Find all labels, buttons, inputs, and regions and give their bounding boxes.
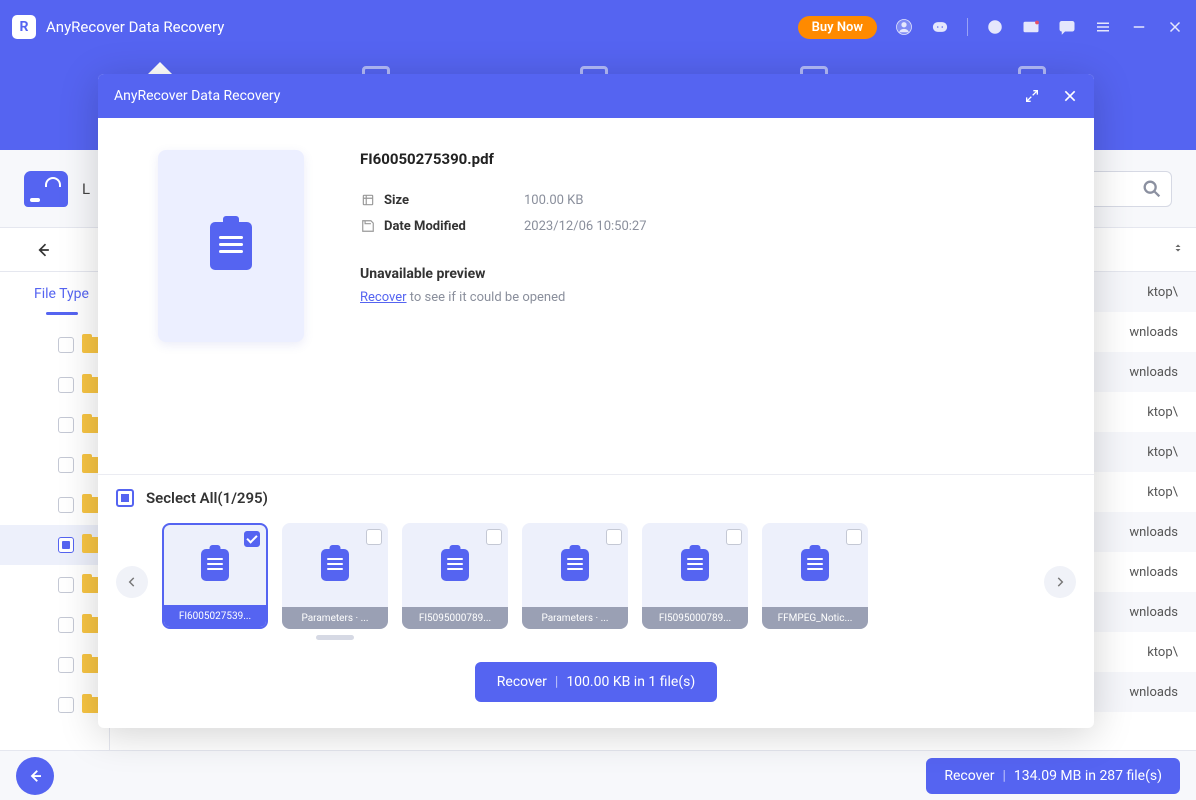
modal-header: AnyRecover Data Recovery (98, 74, 1094, 118)
clipboard-icon (210, 222, 252, 270)
unavailable-preview: Unavailable preview (360, 266, 1094, 282)
modified-value: 2023/12/06 10:50:27 (524, 219, 647, 234)
file-type-tab[interactable]: File Type (0, 272, 109, 317)
tree-item[interactable] (0, 365, 109, 405)
tree-item[interactable] (0, 605, 109, 645)
sidebar: File Type (0, 272, 110, 750)
size-value: 100.00 KB (524, 193, 583, 208)
thumbnail-label: FI5095000789... (642, 607, 748, 629)
prev-button[interactable] (116, 566, 148, 598)
scrub-indicator (316, 635, 354, 640)
next-button[interactable] (1044, 566, 1076, 598)
recover-button[interactable]: Recover | 134.09 MB in 287 file(s) (926, 758, 1180, 794)
discord-icon[interactable] (931, 18, 949, 36)
recover-summary: 134.09 MB in 287 file(s) (1014, 768, 1162, 784)
back-button[interactable] (28, 235, 58, 265)
modified-label: Date Modified (384, 219, 524, 234)
app-logo-icon (12, 15, 36, 39)
sort-indicator[interactable] (1172, 242, 1184, 258)
tree-item[interactable] (0, 685, 109, 725)
tree-checkbox[interactable] (58, 577, 74, 593)
tree-checkbox[interactable] (58, 617, 74, 633)
feedback-icon[interactable] (1058, 18, 1076, 36)
recover-hint: Recover to see if it could be opened (360, 290, 1094, 305)
size-label: Size (384, 193, 524, 208)
tree-item[interactable] (0, 565, 109, 605)
tree-checkbox[interactable] (58, 537, 74, 553)
close-window-icon[interactable] (1166, 18, 1184, 36)
modal-recover-summary: 100.00 KB in 1 file(s) (566, 674, 695, 690)
tree-checkbox[interactable] (58, 377, 74, 393)
thumbnail-checkbox[interactable] (606, 529, 622, 545)
file-thumbnail (158, 150, 304, 342)
thumbnail-label: Parameters · ... (522, 607, 628, 629)
preview-modal: AnyRecover Data Recovery FI60050275390.p… (98, 74, 1094, 728)
thumbnail-checkbox[interactable] (366, 529, 382, 545)
tree-checkbox[interactable] (58, 337, 74, 353)
clipboard-icon (441, 549, 469, 581)
thumbnail-label: Parameters · ... (282, 607, 388, 629)
thumbnails-row: FI6005027539... Parameters · ... FI50950… (98, 515, 1094, 640)
thumbnail-label: FI6005027539... (164, 605, 266, 627)
bottom-bar: Recover | 134.09 MB in 287 file(s) (0, 750, 1196, 800)
modal-title: AnyRecover Data Recovery (114, 88, 280, 104)
select-all-row: Seclect All(1/295) (98, 474, 1094, 515)
title-bar: AnyRecover Data Recovery Buy Now (0, 0, 1196, 54)
thumbnail-checkbox[interactable] (846, 529, 862, 545)
account-icon[interactable] (895, 18, 913, 36)
search-icon (1141, 178, 1163, 200)
mail-icon[interactable] (1022, 18, 1040, 36)
target-icon[interactable] (986, 18, 1004, 36)
minimize-icon[interactable] (1130, 18, 1148, 36)
folder-tree (0, 317, 109, 725)
select-all-checkbox[interactable] (116, 489, 134, 507)
thumbnail-label: FI5095000789... (402, 607, 508, 629)
clipboard-icon (561, 549, 589, 581)
clipboard-icon (681, 549, 709, 581)
close-icon[interactable] (1062, 88, 1078, 104)
recover-label: Recover (944, 768, 994, 784)
separator (967, 18, 968, 36)
tree-item[interactable] (0, 525, 109, 565)
tree-item[interactable] (0, 405, 109, 445)
app-title: AnyRecover Data Recovery (46, 18, 798, 36)
modal-recover-label: Recover (497, 674, 547, 690)
thumbnail[interactable]: FFMPEG_Notic... (762, 523, 868, 629)
thumbnail[interactable]: FI5095000789... (402, 523, 508, 629)
thumbnail-label: FFMPEG_Notic... (762, 607, 868, 629)
clipboard-icon (321, 549, 349, 581)
select-all-label: Seclect All(1/295) (146, 489, 268, 507)
thumbnail[interactable]: FI6005027539... (162, 523, 268, 629)
menu-icon[interactable] (1094, 18, 1112, 36)
tree-checkbox[interactable] (58, 657, 74, 673)
back-fab-button[interactable] (16, 757, 54, 795)
file-name: FI60050275390.pdf (360, 150, 1094, 168)
tree-checkbox[interactable] (58, 497, 74, 513)
disk-icon (24, 171, 68, 207)
date-icon (360, 218, 376, 234)
recover-link[interactable]: Recover (360, 290, 407, 305)
size-icon (360, 192, 376, 208)
thumbnail-checkbox[interactable] (486, 529, 502, 545)
tree-item[interactable] (0, 325, 109, 365)
tree-item[interactable] (0, 485, 109, 525)
buy-now-button[interactable]: Buy Now (798, 16, 877, 39)
location-label: L (82, 180, 90, 198)
tree-item[interactable] (0, 445, 109, 485)
clipboard-icon (801, 549, 829, 581)
thumbnail[interactable]: FI5095000789... (642, 523, 748, 629)
tree-checkbox[interactable] (58, 417, 74, 433)
thumbnail[interactable]: Parameters · ... (282, 523, 388, 629)
thumbnail[interactable]: Parameters · ... (522, 523, 628, 629)
preview-area: FI60050275390.pdf Size 100.00 KB Date Mo… (98, 118, 1094, 474)
thumbnail-checkbox[interactable] (726, 529, 742, 545)
modal-recover-button[interactable]: Recover | 100.00 KB in 1 file(s) (475, 662, 717, 702)
thumbnail-checkbox[interactable] (244, 531, 260, 547)
tree-checkbox[interactable] (58, 697, 74, 713)
tree-checkbox[interactable] (58, 457, 74, 473)
tree-item[interactable] (0, 645, 109, 685)
expand-icon[interactable] (1024, 88, 1040, 104)
clipboard-icon (201, 549, 229, 581)
